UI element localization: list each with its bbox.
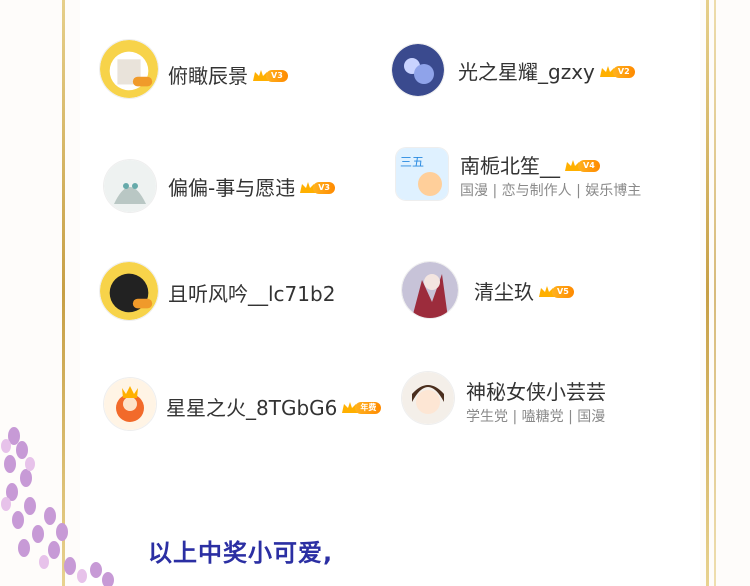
winner-card-6[interactable]: 清尘玖 V5 xyxy=(402,262,662,326)
user-tags: 国漫 | 恋与制作人 | 娱乐博主 xyxy=(460,183,642,199)
user-tags: 学生党 | 嗑糖党 | 国漫 xyxy=(466,409,606,425)
winner-card-5[interactable]: 且听风吟__lc71b2 xyxy=(100,262,360,326)
vip-badge: V2 xyxy=(599,65,635,79)
winner-card-7[interactable]: 星星之火_8TGbG6 年费 xyxy=(104,378,384,442)
avatar xyxy=(100,40,158,98)
right-frame-line-outer xyxy=(714,0,716,586)
winner-name: 星星之火_8TGbG6 xyxy=(166,396,338,420)
avatar xyxy=(100,262,158,320)
vip-badge: 年费 xyxy=(341,401,382,415)
vip-badge: V4 xyxy=(564,159,600,173)
winner-name: 俯瞰辰景 xyxy=(168,64,248,88)
winner-name: 且听风吟__lc71b2 xyxy=(168,282,336,306)
winner-name: 神秘女侠小芸芸 xyxy=(466,380,606,404)
winner-name: 南栀北笙__ xyxy=(460,154,560,178)
winner-card-2[interactable]: 光之星耀_gzxy V2 xyxy=(392,44,682,108)
closing-text: 以上中奖小可爱, xyxy=(148,539,334,567)
winner-card-1[interactable]: 俯瞰辰景 V3 xyxy=(100,40,360,110)
vip-badge: V3 xyxy=(252,69,288,83)
avatar: 三五 xyxy=(396,148,448,200)
avatar xyxy=(392,44,444,96)
winner-name: 偏偏-事与愿违 xyxy=(168,176,296,200)
level-label: V3 xyxy=(266,69,288,82)
level-label: 年费 xyxy=(355,401,382,414)
winner-card-8[interactable]: 神秘女侠小芸芸 学生党 | 嗑糖党 | 国漫 xyxy=(402,372,692,436)
level-label: V5 xyxy=(552,285,574,298)
level-label: V2 xyxy=(612,65,635,78)
winner-name: 清尘玖 xyxy=(474,280,534,304)
avatar xyxy=(402,372,454,424)
avatar xyxy=(402,262,458,318)
svg-text:三五: 三五 xyxy=(400,155,424,169)
avatar xyxy=(104,160,156,212)
right-frame-line xyxy=(706,0,709,586)
level-label: V4 xyxy=(578,159,600,172)
winner-card-3[interactable]: 偏偏-事与愿违 V3 xyxy=(104,160,364,224)
lavender-decoration xyxy=(1,427,114,586)
winner-card-4[interactable]: 三五 南栀北笙__ V4 国漫 | 恋与制作人 | 娱乐博主 xyxy=(396,148,686,212)
winner-name: 光之星耀_gzxy xyxy=(458,60,595,84)
level-label: V3 xyxy=(313,181,335,194)
vip-badge: V3 xyxy=(299,181,335,195)
vip-badge: V5 xyxy=(538,285,574,299)
